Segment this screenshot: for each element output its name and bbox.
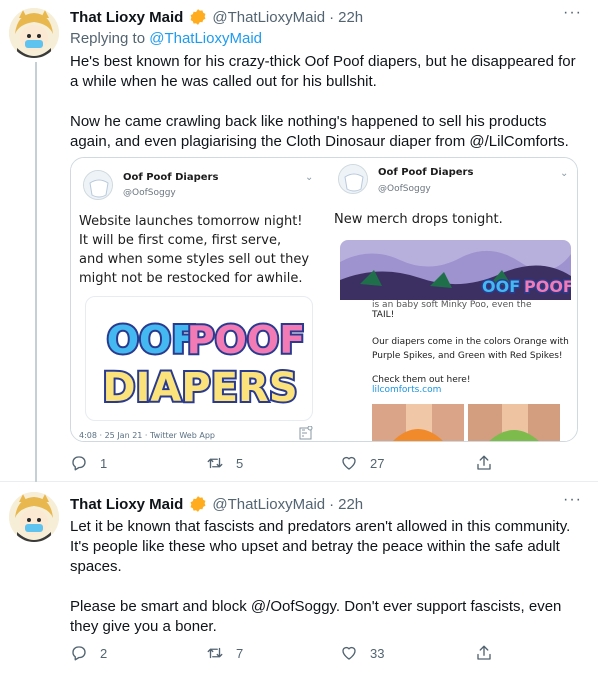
embedded-handle: @OofSoggy	[123, 188, 176, 198]
embedded-name: Oof Poof Diapers	[123, 172, 219, 183]
svg-text:POOF: POOF	[187, 318, 305, 362]
handle[interactable]: @ThatLioxyMaid	[212, 496, 325, 513]
replying-label: Replying to	[70, 30, 146, 47]
replying-to: Replying to @ThatLioxyMaid	[70, 30, 262, 47]
verified-badge-icon	[189, 8, 207, 26]
embedded-handle: @OofSoggy	[378, 184, 431, 194]
tweet-actions: 2 7 33	[70, 644, 500, 666]
media-image-left[interactable]: Oof Poof Diapers @OofSoggy ⌄ Website lau…	[71, 158, 322, 441]
tweet-header: That Lioxy Maid @ThatLioxyMaid · 22h ···	[70, 5, 586, 28]
embedded-text: New merch drops tonight.	[334, 212, 503, 227]
thread-line	[35, 62, 37, 482]
like-icon	[342, 456, 356, 470]
avatar[interactable]	[9, 492, 59, 542]
merch-banner-image: OOF POOF	[340, 240, 571, 300]
replying-handle-link[interactable]: @ThatLioxyMaid	[149, 30, 262, 47]
oof-poof-logo: OOF POOF DIAPERS	[85, 296, 313, 421]
timestamp[interactable]: 22h	[338, 9, 363, 26]
separator-dot: ·	[329, 495, 335, 513]
embedded-tail: TAIL!	[372, 310, 395, 320]
embedded-text: Website launches tomorrow night! It will…	[79, 214, 310, 286]
reply-icon	[72, 456, 86, 471]
embedded-avatar	[338, 164, 368, 194]
reply-button[interactable]: 1	[70, 454, 107, 472]
share-icon	[477, 455, 491, 470]
chevron-down-icon: ⌄	[305, 172, 314, 183]
reply-count: 2	[100, 645, 108, 661]
share-button[interactable]	[475, 644, 493, 662]
embedded-name: Oof Poof Diapers	[378, 167, 474, 178]
share-icon	[477, 645, 491, 660]
share-button[interactable]	[475, 454, 493, 472]
verified-badge-icon	[189, 495, 207, 513]
tweet-text: Let it be known that fascists and predat…	[70, 518, 571, 635]
tweet[interactable]: That Lioxy Maid @ThatLioxyMaid · 22h ···…	[0, 483, 598, 674]
media-image-right[interactable]: Oof Poof Diapers @OofSoggy ⌄ New merch d…	[324, 158, 577, 441]
retweet-button[interactable]: 7	[206, 644, 243, 662]
tweet-header: That Lioxy Maid @ThatLioxyMaid · 22h ···	[70, 492, 586, 515]
embedded-avatar	[83, 170, 113, 200]
separator-dot: ·	[329, 8, 335, 26]
timestamp[interactable]: 22h	[338, 496, 363, 513]
handle[interactable]: @ThatLioxyMaid	[212, 9, 325, 26]
like-icon	[342, 646, 356, 660]
media-grid[interactable]: Oof Poof Diapers @OofSoggy ⌄ Website lau…	[70, 157, 578, 442]
embedded-colors-text: Our diapers come in the colors Orange wi…	[372, 337, 569, 361]
retweet-icon	[207, 457, 223, 469]
more-icon[interactable]: ···	[563, 492, 582, 508]
embedded-link: lilcomforts.com	[372, 385, 442, 395]
avatar[interactable]	[9, 8, 59, 58]
svg-text:POOF: POOF	[524, 277, 571, 296]
like-button[interactable]: 27	[340, 454, 384, 472]
embedded-cut-line: is an baby soft Minky Poo, even the	[372, 300, 532, 310]
reply-count: 1	[100, 455, 108, 471]
like-count: 27	[370, 455, 385, 471]
svg-text:OOF: OOF	[482, 277, 520, 296]
tweet-text: He's best known for his crazy-thick Oof …	[70, 53, 576, 150]
reply-icon	[72, 646, 86, 661]
retweet-button[interactable]: 5	[206, 454, 243, 472]
reply-button[interactable]: 2	[70, 644, 107, 662]
retweet-icon	[207, 647, 223, 659]
chevron-down-icon: ⌄	[560, 168, 569, 179]
svg-text:OOF: OOF	[107, 318, 198, 362]
display-name[interactable]: That Lioxy Maid	[70, 496, 183, 513]
like-button[interactable]: 33	[340, 644, 384, 662]
product-thumbnails	[372, 404, 572, 441]
like-count: 33	[370, 645, 385, 661]
analytics-icon	[299, 425, 313, 440]
tweet-actions: 1 5 27	[70, 454, 500, 476]
retweet-count: 5	[236, 455, 244, 471]
embedded-meta: 4:08 · 25 Jan 21 · Twitter Web App	[79, 431, 215, 440]
more-icon[interactable]: ···	[563, 5, 582, 21]
svg-text:DIAPERS: DIAPERS	[102, 365, 297, 411]
display-name[interactable]: That Lioxy Maid	[70, 9, 183, 26]
retweet-count: 7	[236, 645, 244, 661]
tweet[interactable]: That Lioxy Maid @ThatLioxyMaid · 22h ···…	[0, 0, 598, 482]
